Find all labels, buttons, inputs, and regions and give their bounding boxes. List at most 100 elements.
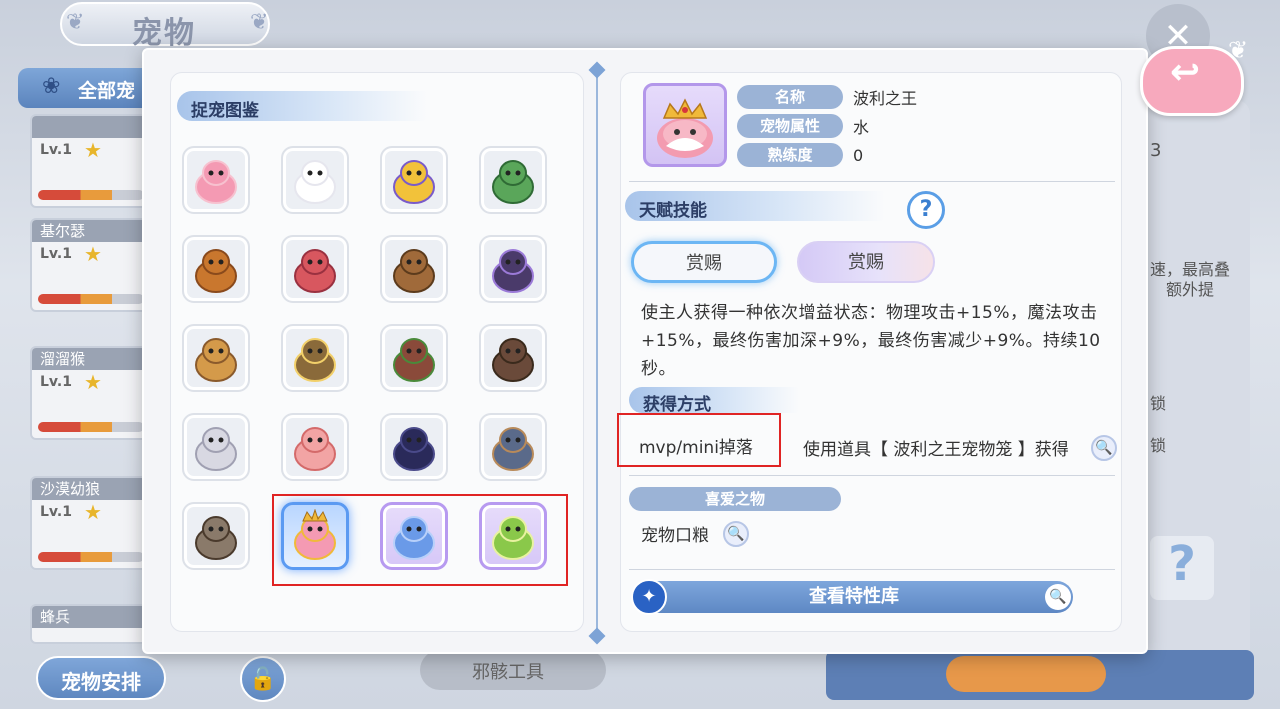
divider-line [629,475,1115,476]
star-icon: ★ [84,370,102,394]
skill-tab-2[interactable]: 赏赐 [797,241,935,283]
pet-slot-hedgehog[interactable] [479,324,547,392]
wing-icon: ❦ [66,10,85,35]
info-row-attribute: 宠物属性 水 [737,114,869,138]
unknown-pet-icon: ? [1150,536,1214,600]
label-name: 名称 [737,85,843,109]
lock-text: 锁 [1150,394,1167,413]
king-poring-icon [657,98,713,158]
divider-ornament [588,627,606,645]
lock-icon[interactable]: 🔓 [240,656,286,702]
pet-encyclopedia-modal: 捉宠图鉴 名称 波利之王 宠物属性 水 熟练度 0 天赋技能 ? 赏赐 赏赐 使… [142,48,1148,654]
info-row-name: 名称 波利之王 [737,85,917,109]
pet-card[interactable]: 蜂兵 [30,604,148,644]
mantis-icon [492,160,534,204]
pet-slot-mantis[interactable] [479,146,547,214]
hornet-icon [393,160,435,204]
pet-card[interactable]: 沙漠幼狼 Lv.1 ★ [30,476,148,570]
pet-slot-lunatic-rabbit[interactable] [281,146,349,214]
pet-card-level: Lv.1 [40,504,72,520]
background-right-panel [1130,100,1250,690]
search-icon: 🔍 [1045,584,1071,610]
sparkle-icon: ✦ [631,579,667,615]
divider-line [629,181,1115,182]
white-rat-icon [195,427,237,471]
pet-card-level: Lv.1 [40,374,72,390]
section-title-talent: 天赋技能 [625,191,885,221]
pet-slot-raccoon[interactable] [182,502,250,570]
view-trait-library-button[interactable]: ✦ 查看特性库 🔍 [631,579,1073,615]
pet-slot-ninja[interactable] [380,413,448,481]
smokie-pig-icon [294,427,336,471]
yoyo-monkey-icon [294,249,336,293]
search-icon[interactable]: 🔍 [723,521,749,547]
pet-card-bar [38,422,144,432]
back-button[interactable]: ↩ ❦ [1132,36,1250,116]
pet-card-name: 溜溜猴 [32,348,146,370]
pet-card[interactable]: Lv.1 ★ [30,114,148,208]
obtain-method-item: 使用道具【 波利之王宠物笼 】获得 [803,440,1069,460]
pet-slot-lion-cub[interactable] [182,235,250,303]
star-icon: ★ [84,500,102,524]
pet-slot-goggle-warrior[interactable] [380,235,448,303]
lock-text: 锁 [1150,436,1167,455]
star-icon: ★ [84,138,102,162]
pet-card[interactable]: 溜溜猴 Lv.1 ★ [30,346,148,440]
wing-icon: ❦ [250,10,269,35]
pet-slot-yoyo-monkey[interactable] [281,235,349,303]
ninja-icon [393,427,435,471]
section-title-obtain: 获得方式 [629,387,799,415]
pet-card-bar [38,190,144,200]
snail-icon [294,338,336,382]
help-button[interactable]: ? [907,191,945,229]
pet-portrait [643,83,727,167]
pet-slot-poring[interactable] [182,146,250,214]
pet-slot-snail[interactable] [281,324,349,392]
search-icon[interactable]: 🔍 [1091,435,1117,461]
favorite-item: 宠物口粮 [641,526,709,546]
pet-slot-smokie-pig[interactable] [281,413,349,481]
star-icon: ★ [84,242,102,266]
pet-card-name: 基尔瑟 [32,220,146,242]
pet-detail-panel: 名称 波利之王 宠物属性 水 熟练度 0 天赋技能 ? 赏赐 赏赐 使主人获得一… [617,72,1122,632]
back-arrow-icon: ↩ [1170,52,1201,93]
pet-slot-archer[interactable] [479,413,547,481]
pet-card[interactable]: 基尔瑟 Lv.1 ★ [30,218,148,312]
divider-ornament [588,61,606,79]
fly-bug-icon [492,249,534,293]
page-title: 宠物 [132,16,196,51]
section-title-capture: 捉宠图鉴 [177,91,427,121]
pet-attribute: 水 [853,118,870,137]
pet-slot-tree-ent[interactable] [380,324,448,392]
peco-bird-icon [195,338,237,382]
skill-tool-button[interactable]: 邪骸工具 [420,650,606,690]
goggle-warrior-icon [393,249,435,293]
lunatic-rabbit-icon [294,160,336,204]
highlight-box-drop [617,413,781,467]
label-attribute: 宠物属性 [737,114,843,138]
pet-card-name [32,116,146,138]
pet-card-name: 沙漠幼狼 [32,478,146,500]
pet-slot-peco-bird[interactable] [182,324,250,392]
background-bottom-bar [826,650,1254,700]
pet-card-bar [38,552,144,562]
skill-description: 使主人获得一种依次增益状态：物理攻击+15%，魔法攻击+15%，最终伤害加深+9… [641,303,1101,379]
hedgehog-icon [492,338,534,382]
panel-divider [596,68,598,638]
paw-icon: ❀ [42,74,61,99]
favorite-title: 喜爱之物 [629,487,841,511]
pet-arrange-button[interactable]: 宠物安排 [36,656,166,700]
pet-slot-hornet[interactable] [380,146,448,214]
skill-tab-1[interactable]: 赏赐 [631,241,777,283]
tree-ent-icon [393,338,435,382]
pet-slot-white-rat[interactable] [182,413,250,481]
divider-line [629,569,1115,570]
poring-icon [195,160,237,204]
pet-slot-fly-bug[interactable] [479,235,547,303]
pet-card-level: Lv.1 [40,246,72,262]
view-trait-library-label: 查看特性库 [809,586,899,607]
wing-icon: ❦ [1228,36,1249,64]
pet-card-bar [38,294,144,304]
label-proficiency: 熟练度 [737,143,843,167]
background-text: 额外提 [1166,280,1215,299]
